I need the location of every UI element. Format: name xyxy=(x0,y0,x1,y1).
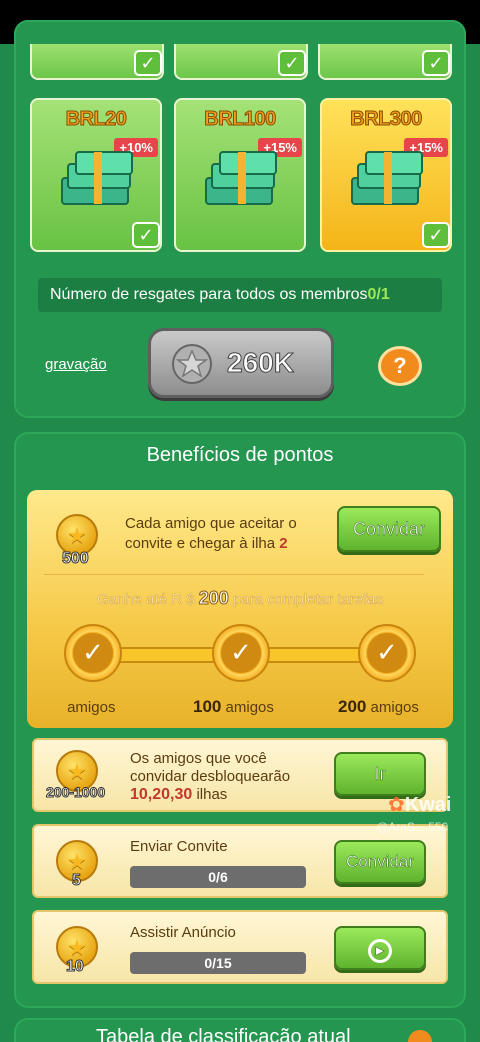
check-icon: ✓ xyxy=(132,222,160,248)
cash-stack-icon xyxy=(205,151,277,205)
kwai-watermark: ✿Kwai xyxy=(388,794,452,816)
check-icon: ✓ xyxy=(221,633,261,673)
milestone-label: 200 amigos xyxy=(338,697,419,716)
check-icon: ✓ xyxy=(134,50,162,76)
points-value: 260K xyxy=(227,347,295,379)
redemptions-bar: Número de resgates para todos os membros… xyxy=(38,278,442,312)
reward-amount: BRL300 xyxy=(350,108,423,131)
leaderboard-title: Tabela de classificação atual xyxy=(96,1026,351,1042)
milestone-medal: ✓ xyxy=(64,624,122,684)
coin-amount: 200-1000 xyxy=(45,784,106,801)
milestone-label: 100 amigos xyxy=(193,697,274,716)
divider xyxy=(44,574,424,575)
play-icon: ▶ xyxy=(368,939,392,963)
reward-tile-brl100[interactable]: BRL100 +15% xyxy=(174,98,306,252)
cash-stack-icon xyxy=(351,151,423,205)
invite-button[interactable]: Convidar xyxy=(337,506,441,552)
benefits-title: Benefícios de pontos xyxy=(146,444,334,466)
island-number: 2 xyxy=(279,535,288,552)
invite-button[interactable]: Convidar xyxy=(334,840,426,884)
check-icon: ✓ xyxy=(422,222,450,248)
earn-amount: 200 xyxy=(198,588,229,609)
reward-amount: BRL100 xyxy=(204,108,277,131)
coin-amount: 10 xyxy=(66,958,85,976)
redemptions-label: Número de resgates para todos os membros xyxy=(50,286,368,303)
coin-amount: 500 xyxy=(62,550,90,568)
help-button[interactable]: ? xyxy=(378,346,422,386)
task-title: Assistir Anúncio xyxy=(130,924,236,941)
points-button[interactable]: 260K xyxy=(148,328,334,398)
check-icon: ✓ xyxy=(278,50,306,76)
invite-text: Cada amigo que aceitar o convite e chega… xyxy=(125,515,297,552)
star-badge-icon xyxy=(172,344,212,384)
task-title: Os amigos que você convidar desbloquearã… xyxy=(130,750,291,803)
task-progress: 0/15 xyxy=(130,952,306,974)
redemptions-count: 0/1 xyxy=(367,286,390,303)
check-icon: ✓ xyxy=(73,633,113,673)
reward-amount: BRL20 xyxy=(65,108,127,131)
watch-ad-button[interactable]: ▶ xyxy=(334,926,426,970)
cash-stack-icon xyxy=(61,151,133,205)
check-icon: ✓ xyxy=(367,633,407,673)
recording-link[interactable]: gravação xyxy=(45,356,107,373)
go-button[interactable]: Ir xyxy=(334,752,426,796)
task-progress: 0/6 xyxy=(130,866,306,888)
watermark-user: @ArnS....550 xyxy=(376,820,449,834)
task-title: Enviar Convite xyxy=(130,838,228,855)
check-icon: ✓ xyxy=(422,50,450,76)
coin-amount: 5 xyxy=(72,872,82,890)
earn-text: Ganhe até R $ 200 para completar tarefas xyxy=(96,588,384,609)
milestone-medal: ✓ xyxy=(212,624,270,684)
milestone-medal: ✓ xyxy=(358,624,416,684)
